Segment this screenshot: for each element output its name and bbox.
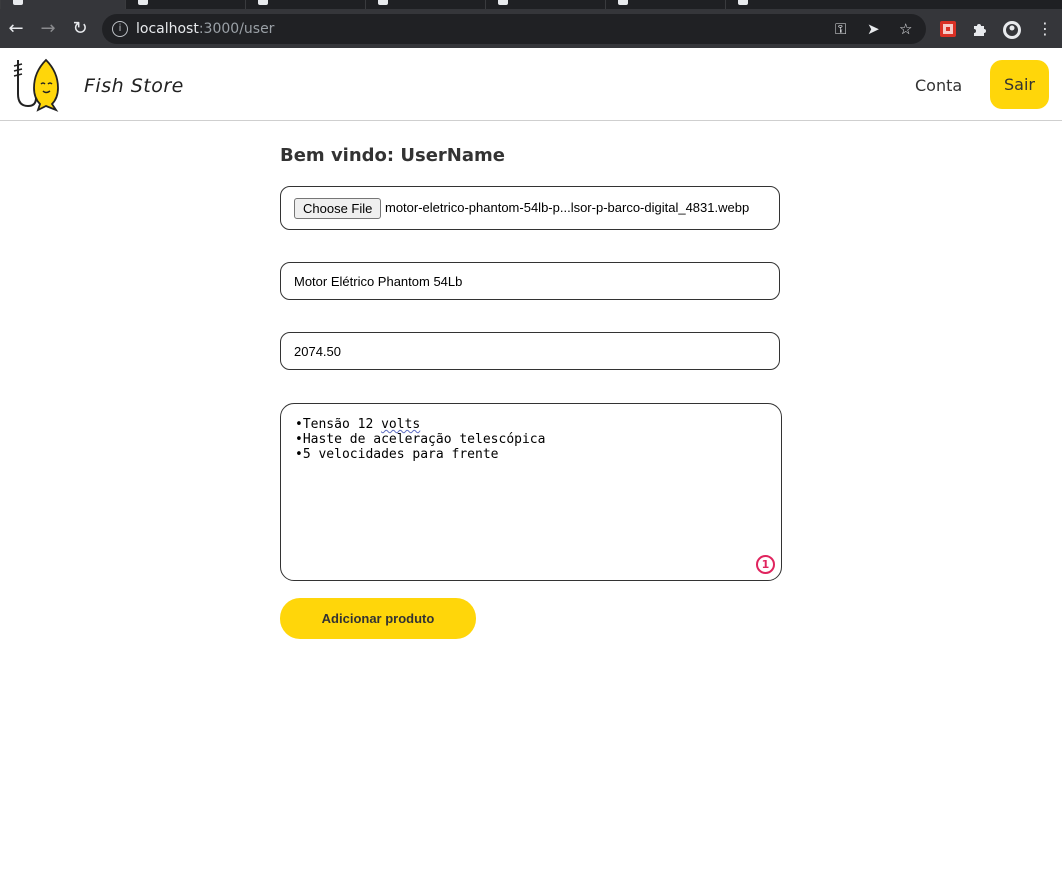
send-icon[interactable]: ➤ xyxy=(867,21,880,37)
fish-store-logo[interactable] xyxy=(12,58,64,112)
browser-toolbar: ← → ↻ i localhost:3000/user ⚿ ➤ ☆ ⋮ xyxy=(0,9,1062,48)
brand-title[interactable]: Fish Store xyxy=(84,75,184,97)
tab-favicon-icon xyxy=(258,0,268,5)
grammar-issues-badge[interactable]: 1 xyxy=(756,555,775,574)
browser-menu-icon[interactable]: ⋮ xyxy=(1034,18,1056,40)
price-value: 2074.50 xyxy=(294,344,341,359)
back-arrow-icon[interactable]: ← xyxy=(5,18,27,40)
browser-tab[interactable] xyxy=(485,0,605,9)
description-line-3: •5 velocidades para frente xyxy=(295,447,499,462)
key-icon[interactable]: ⚿ xyxy=(835,21,846,37)
profile-avatar-icon[interactable] xyxy=(1002,20,1021,39)
tab-favicon-icon xyxy=(498,0,508,5)
selected-file-name: motor-eletrico-phantom-54lb-p...lsor-p-b… xyxy=(385,200,750,215)
browser-tab[interactable] xyxy=(125,0,245,9)
app-header: Fish Store Conta Sair xyxy=(0,48,1062,121)
browser-tab[interactable] xyxy=(245,0,365,9)
nav-account-link[interactable]: Conta xyxy=(915,76,962,95)
image-file-input[interactable]: Choose File motor-eletrico-phantom-54lb-… xyxy=(280,186,780,230)
tab-favicon-icon xyxy=(738,0,748,5)
puzzle-extensions-icon[interactable] xyxy=(971,20,989,38)
bookmark-star-icon[interactable]: ☆ xyxy=(899,21,912,37)
reload-icon[interactable]: ↻ xyxy=(69,18,91,40)
description-textarea[interactable]: •Tensão 12 volts •Haste de aceleração te… xyxy=(280,403,782,581)
tab-favicon-icon xyxy=(138,0,148,5)
forward-arrow-icon[interactable]: → xyxy=(37,18,59,40)
misspelled-word: volts xyxy=(381,417,421,432)
description-text: •Tensão 12 volts •Haste de aceleração te… xyxy=(295,417,545,462)
choose-file-button[interactable]: Choose File xyxy=(294,198,382,219)
price-input[interactable]: 2074.50 xyxy=(280,332,780,370)
tab-favicon-icon xyxy=(618,0,628,5)
tab-favicon-icon xyxy=(378,0,388,5)
logout-button[interactable]: Sair xyxy=(990,60,1049,109)
product-name-value: Motor Elétrico Phantom 54Lb xyxy=(294,274,463,289)
tab-favicon-icon xyxy=(13,0,23,5)
browser-tab[interactable] xyxy=(725,0,845,9)
welcome-heading: Bem vindo: UserName xyxy=(280,145,505,166)
browser-tab[interactable] xyxy=(365,0,485,9)
url-host: localhost xyxy=(136,21,199,37)
extension-red-icon[interactable] xyxy=(939,20,957,38)
description-line-1: •Tensão 12 xyxy=(295,417,382,432)
description-line-2: •Haste de aceleração telescópica xyxy=(295,432,546,447)
browser-tab-strip xyxy=(0,0,1062,9)
add-product-button[interactable]: Adicionar produto xyxy=(280,598,476,639)
browser-tab[interactable] xyxy=(605,0,725,9)
address-bar[interactable]: i localhost:3000/user ⚿ ➤ ☆ xyxy=(102,14,926,44)
site-info-icon[interactable]: i xyxy=(112,21,128,37)
address-url[interactable]: localhost:3000/user xyxy=(136,21,274,37)
browser-tab-active[interactable] xyxy=(0,0,125,9)
product-name-input[interactable]: Motor Elétrico Phantom 54Lb xyxy=(280,262,780,300)
url-path: :3000/user xyxy=(198,21,275,37)
